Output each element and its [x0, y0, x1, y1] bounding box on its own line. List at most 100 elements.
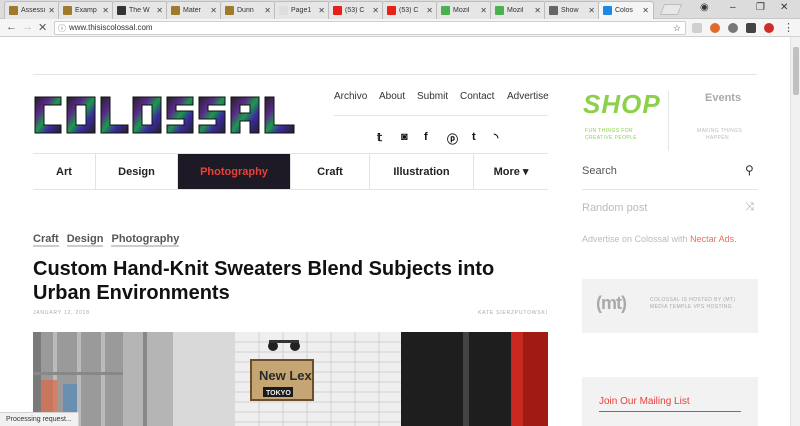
- browser-tab[interactable]: Colos ✕: [598, 1, 654, 19]
- sign-text-line2: TOKYO: [266, 390, 291, 397]
- tab-close-icon[interactable]: ✕: [156, 6, 163, 15]
- tab-favicon-icon: [549, 6, 558, 15]
- extension-badge-icon[interactable]: [764, 23, 774, 33]
- browser-tab[interactable]: Mozil ✕: [436, 1, 492, 19]
- search-input[interactable]: Search: [582, 165, 617, 177]
- mt-text: COLOSSAL IS HOSTED BY (MT) MEDIA TEMPLE …: [650, 297, 736, 310]
- divider: [582, 189, 758, 190]
- forward-icon[interactable]: →: [22, 21, 33, 33]
- random-post-link[interactable]: Random post: [582, 202, 647, 214]
- tab-favicon-icon: [117, 6, 126, 15]
- extension-circle-icon[interactable]: [728, 23, 738, 33]
- instagram-icon[interactable]: ◙: [401, 131, 408, 143]
- tab-close-icon[interactable]: ✕: [264, 6, 271, 15]
- stop-icon[interactable]: ✕: [38, 21, 47, 34]
- tab-label: Colos: [615, 7, 633, 14]
- tab-favicon-icon: [333, 6, 342, 15]
- shuffle-icon[interactable]: ⤨: [745, 201, 754, 214]
- article-date: JANUARY 12, 2018: [33, 310, 90, 316]
- nectar-ads-link[interactable]: Nectar Ads.: [690, 234, 737, 244]
- profile-icon[interactable]: ◉: [700, 2, 709, 13]
- minimize-icon[interactable]: –: [730, 2, 736, 13]
- tab-label: (53) C: [345, 7, 365, 14]
- menu-icon[interactable]: ⋮: [783, 21, 794, 34]
- sign-text-line1: New Lex: [259, 368, 313, 383]
- url-input[interactable]: ⓘ www.thisiscolossal.com ☆: [54, 21, 686, 35]
- browser-tab[interactable]: Page1 ✕: [274, 1, 330, 19]
- tab-close-icon[interactable]: ✕: [102, 6, 109, 15]
- info-icon[interactable]: ⓘ: [58, 23, 66, 35]
- tab-close-icon[interactable]: ✕: [48, 6, 55, 15]
- facebook-icon[interactable]: f: [424, 131, 428, 143]
- mailing-list-title[interactable]: Join Our Mailing List: [599, 396, 690, 407]
- tag-photography[interactable]: Photography: [111, 233, 180, 247]
- shop-title[interactable]: SHOP: [583, 89, 661, 120]
- tab-strip: Assessi ✕ Examp ✕ The W ✕ Mater ✕ Durin ✕ Page1 ✕ (5…: [0, 0, 800, 19]
- twitter-icon[interactable]: 𝕥: [377, 131, 382, 144]
- tab-label: Page1: [291, 7, 312, 14]
- tab-close-icon[interactable]: ✕: [588, 6, 595, 15]
- browser-tab[interactable]: (53) C ✕: [328, 1, 384, 19]
- category-more[interactable]: More ▾: [474, 154, 548, 189]
- status-bar: Processing request...: [0, 412, 79, 426]
- events-title[interactable]: Events: [705, 92, 741, 104]
- scrollbar[interactable]: [790, 37, 800, 426]
- browser-tab[interactable]: Mater ✕: [166, 1, 222, 19]
- search-icon[interactable]: ⚲: [745, 163, 754, 177]
- mailing-list-box: Join Our Mailing List: [582, 377, 758, 426]
- browser-tab[interactable]: Show ✕: [544, 1, 600, 19]
- browser-tab[interactable]: Examp ✕: [58, 1, 114, 19]
- divider: [33, 74, 757, 75]
- tab-label: (53) C: [399, 7, 419, 14]
- tab-label: Mater: [183, 7, 201, 14]
- colossal-logo[interactable]: [33, 93, 298, 137]
- close-window-icon[interactable]: ✕: [780, 2, 788, 13]
- category-illustration[interactable]: Illustration: [370, 154, 474, 189]
- article-image[interactable]: New Lex TOKYO: [33, 332, 548, 426]
- tab-close-icon[interactable]: ✕: [642, 6, 649, 15]
- category-design[interactable]: Design: [96, 154, 178, 189]
- page-content: Archivo About Submit Contact Advertise 𝕥…: [0, 37, 790, 426]
- tumblr-icon[interactable]: t: [472, 131, 476, 143]
- tab-favicon-icon: [387, 6, 396, 15]
- article-title[interactable]: Custom Hand-Knit Sweaters Blend Subjects…: [33, 257, 553, 305]
- extension-icon[interactable]: [692, 23, 702, 33]
- bookmark-star-icon[interactable]: ☆: [673, 22, 681, 34]
- nav-link-submit[interactable]: Submit: [417, 91, 448, 102]
- shop-tagline: FUN THINGS FOR CREATIVE PEOPLE: [585, 128, 638, 141]
- tab-close-icon[interactable]: ✕: [534, 6, 541, 15]
- extension-fire-icon[interactable]: [710, 23, 720, 33]
- nav-link-about[interactable]: About: [379, 91, 405, 102]
- extension-n-icon[interactable]: [746, 23, 756, 33]
- tab-close-icon[interactable]: ✕: [372, 6, 379, 15]
- nav-link-advertise[interactable]: Advertise: [507, 91, 549, 102]
- browser-tab[interactable]: (53) C ✕: [382, 1, 438, 19]
- article-author[interactable]: KATE SIERZPUTOWSKI: [478, 310, 548, 316]
- browser-tab[interactable]: The W ✕: [112, 1, 168, 19]
- tab-favicon-icon: [171, 6, 180, 15]
- tab-close-icon[interactable]: ✕: [318, 6, 325, 15]
- tab-close-icon[interactable]: ✕: [480, 6, 487, 15]
- category-photography[interactable]: Photography: [178, 154, 291, 189]
- tab-close-icon[interactable]: ✕: [426, 6, 433, 15]
- back-icon[interactable]: ←: [6, 21, 17, 33]
- media-temple-ad[interactable]: (mt) COLOSSAL IS HOSTED BY (MT) MEDIA TE…: [582, 279, 758, 333]
- browser-tab[interactable]: Mozil ✕: [490, 1, 546, 19]
- category-craft[interactable]: Craft: [291, 154, 370, 189]
- nav-link-archivo[interactable]: Archivo: [334, 91, 367, 102]
- tag-design[interactable]: Design: [66, 233, 104, 247]
- tab-label: Mozil: [507, 7, 524, 14]
- rss-icon[interactable]: ◝: [494, 131, 498, 144]
- tab-label: Assessi: [21, 7, 46, 14]
- browser-tab[interactable]: Assessi ✕: [4, 1, 60, 19]
- category-art[interactable]: Art: [33, 154, 96, 189]
- tab-favicon-icon: [603, 6, 612, 15]
- maximize-icon[interactable]: ❐: [756, 2, 765, 13]
- browser-tab[interactable]: Durin ✕: [220, 1, 276, 19]
- scrollbar-thumb[interactable]: [793, 47, 799, 95]
- tag-craft[interactable]: Craft: [33, 233, 59, 247]
- pinterest-icon[interactable]: ⓟ: [447, 131, 458, 147]
- nav-link-contact[interactable]: Contact: [460, 91, 494, 102]
- new-tab-button[interactable]: [659, 4, 683, 15]
- tab-close-icon[interactable]: ✕: [210, 6, 217, 15]
